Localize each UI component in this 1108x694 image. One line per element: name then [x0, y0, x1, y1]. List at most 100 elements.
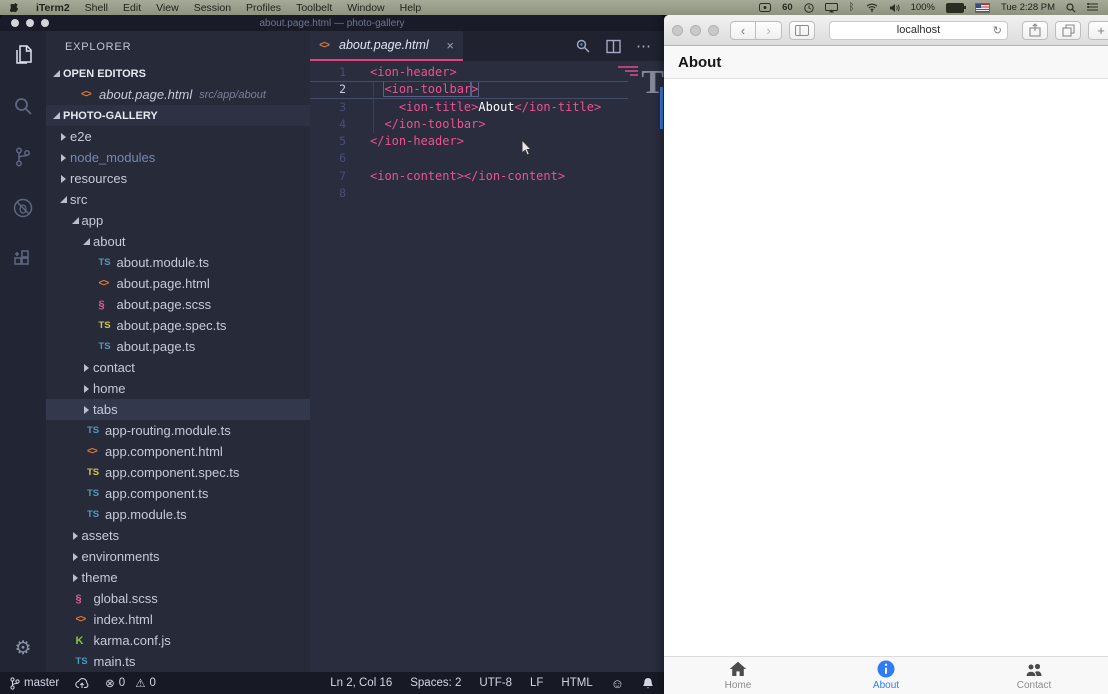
- wifi-icon[interactable]: [866, 3, 878, 12]
- tree-item-contact[interactable]: contact: [46, 357, 310, 378]
- tree-item-index-html[interactable]: <>index.html: [46, 609, 310, 630]
- scrollbar-decoration[interactable]: [660, 87, 663, 129]
- split-editor-icon[interactable]: [606, 39, 621, 54]
- language-mode[interactable]: HTML: [561, 677, 592, 689]
- tree-item-theme[interactable]: theme: [46, 567, 310, 588]
- tree-item-node-modules[interactable]: node_modules: [46, 147, 310, 168]
- problems-indicator[interactable]: ⊗0 ⚠0: [105, 676, 156, 690]
- indentation-setting[interactable]: Spaces: 2: [410, 677, 461, 689]
- tree-item-tabs[interactable]: tabs: [46, 399, 310, 420]
- tree-item-karma-conf-js[interactable]: Kkarma.conf.js: [46, 630, 310, 651]
- code-line-1[interactable]: 1<ion-header>: [310, 64, 664, 81]
- debug-icon[interactable]: [11, 196, 35, 220]
- tree-item-app-component-spec-ts[interactable]: TSapp.component.spec.ts: [46, 462, 310, 483]
- eol-setting[interactable]: LF: [530, 677, 543, 689]
- code-line-2[interactable]: 2 <ion-toolbar>: [310, 81, 664, 98]
- tab-about-page-html[interactable]: <> about.page.html ×: [310, 31, 463, 61]
- close-tab-icon[interactable]: ×: [446, 38, 454, 53]
- source-control-icon[interactable]: [11, 145, 35, 169]
- zoom-window-button[interactable]: [708, 25, 719, 36]
- tree-item-environments[interactable]: environments: [46, 546, 310, 567]
- sidebar-toggle-button[interactable]: [789, 21, 815, 40]
- new-tab-button[interactable]: +: [1088, 21, 1108, 40]
- menu-edit[interactable]: Edit: [123, 2, 141, 14]
- explorer-icon[interactable]: [11, 43, 35, 67]
- menu-toolbelt[interactable]: Toolbelt: [296, 2, 332, 14]
- tree-item-about-page-html[interactable]: <>about.page.html: [46, 273, 310, 294]
- tree-item-global-scss[interactable]: §global.scss: [46, 588, 310, 609]
- feedback-smiley-icon[interactable]: ☺: [611, 676, 624, 691]
- extensions-icon[interactable]: [11, 247, 35, 271]
- menubar-clock[interactable]: Tue 2:28 PM: [1001, 2, 1055, 13]
- tree-item-main-ts[interactable]: TSmain.ts: [46, 651, 310, 672]
- tree-item-resources[interactable]: resources: [46, 168, 310, 189]
- section-project-root[interactable]: PHOTO-GALLERY: [46, 105, 310, 126]
- safari-window-controls[interactable]: [672, 25, 719, 36]
- menu-profiles[interactable]: Profiles: [246, 2, 281, 14]
- git-branch-indicator[interactable]: master: [10, 677, 59, 690]
- address-bar[interactable]: localhost ↻: [829, 21, 1008, 40]
- menu-window[interactable]: Window: [347, 2, 384, 14]
- tree-item-about-module-ts[interactable]: TSabout.module.ts: [46, 252, 310, 273]
- menu-view[interactable]: View: [156, 2, 179, 14]
- open-editor-item[interactable]: <>about.page.htmlsrc/app/about: [46, 84, 310, 105]
- share-button[interactable]: [1022, 21, 1048, 40]
- notifications-bell-icon[interactable]: [642, 677, 654, 690]
- zoom-window-button[interactable]: [41, 19, 49, 27]
- vscode-titlebar[interactable]: about.page.html — photo-gallery: [0, 15, 664, 31]
- bluetooth-icon[interactable]: ᛒ: [849, 2, 855, 13]
- tree-item-home[interactable]: home: [46, 378, 310, 399]
- spotlight-icon[interactable]: [1066, 3, 1076, 13]
- back-button[interactable]: ‹: [730, 21, 756, 40]
- volume-icon[interactable]: [889, 3, 900, 13]
- airplay-display-icon[interactable]: [825, 3, 838, 13]
- code-area[interactable]: 1<ion-header>2 <ion-toolbar>3 <ion-title…: [310, 61, 664, 672]
- battery-icon[interactable]: [946, 3, 964, 13]
- cursor-position[interactable]: Ln 2, Col 16: [330, 677, 392, 689]
- code-line-3[interactable]: 3 <ion-title>About</ion-title>: [310, 99, 664, 116]
- menu-session[interactable]: Session: [194, 2, 231, 14]
- tree-item-about-page-spec-ts[interactable]: TSabout.page.spec.ts: [46, 315, 310, 336]
- menu-shell[interactable]: Shell: [85, 2, 108, 14]
- apple-menu-icon[interactable]: [10, 2, 21, 14]
- tab-overview-button[interactable]: [1055, 21, 1081, 40]
- notification-center-icon[interactable]: [1087, 3, 1098, 12]
- tree-item-about-page-scss[interactable]: §about.page.scss: [46, 294, 310, 315]
- encoding-setting[interactable]: UTF-8: [479, 677, 512, 689]
- tree-item-app-component-html[interactable]: <>app.component.html: [46, 441, 310, 462]
- close-window-button[interactable]: [11, 19, 19, 27]
- tab-home[interactable]: Home: [664, 657, 812, 694]
- code-line-4[interactable]: 4 </ion-toolbar>: [310, 116, 664, 133]
- forward-button[interactable]: ›: [756, 21, 782, 40]
- code-line-6[interactable]: 6: [310, 150, 664, 167]
- close-window-button[interactable]: [672, 25, 683, 36]
- tab-contact[interactable]: Contact: [960, 657, 1108, 694]
- publish-changes-button[interactable]: [75, 678, 89, 689]
- section-open-editors[interactable]: OPEN EDITORS: [46, 63, 310, 84]
- tree-item-assets[interactable]: assets: [46, 525, 310, 546]
- tree-item-e2e[interactable]: e2e: [46, 126, 310, 147]
- menu-iterm2[interactable]: iTerm2: [36, 2, 70, 14]
- tree-item-app-component-ts[interactable]: TSapp.component.ts: [46, 483, 310, 504]
- open-search-icon[interactable]: [575, 38, 591, 54]
- tree-item-app-module-ts[interactable]: TSapp.module.ts: [46, 504, 310, 525]
- minimize-window-button[interactable]: [26, 19, 34, 27]
- code-line-8[interactable]: 8: [310, 185, 664, 202]
- vscode-window-controls[interactable]: [11, 19, 49, 27]
- clock-icon[interactable]: [804, 3, 814, 13]
- tab-about[interactable]: About: [812, 657, 960, 694]
- recorder-timer-icon[interactable]: 60: [782, 2, 793, 13]
- tree-item-about[interactable]: about: [46, 231, 310, 252]
- tree-item-src[interactable]: src: [46, 189, 310, 210]
- screen-recording-icon[interactable]: [759, 3, 771, 12]
- reload-icon[interactable]: ↻: [993, 24, 1002, 37]
- tree-item-app[interactable]: app: [46, 210, 310, 231]
- minimap[interactable]: [618, 66, 638, 76]
- tree-item-app-routing-module-ts[interactable]: TSapp-routing.module.ts: [46, 420, 310, 441]
- code-line-7[interactable]: 7<ion-content></ion-content>: [310, 168, 664, 185]
- code-line-5[interactable]: 5</ion-header>: [310, 133, 664, 150]
- more-actions-icon[interactable]: ⋯: [636, 39, 651, 54]
- search-icon[interactable]: [11, 94, 35, 118]
- input-source-flag-icon[interactable]: [975, 3, 990, 13]
- minimize-window-button[interactable]: [690, 25, 701, 36]
